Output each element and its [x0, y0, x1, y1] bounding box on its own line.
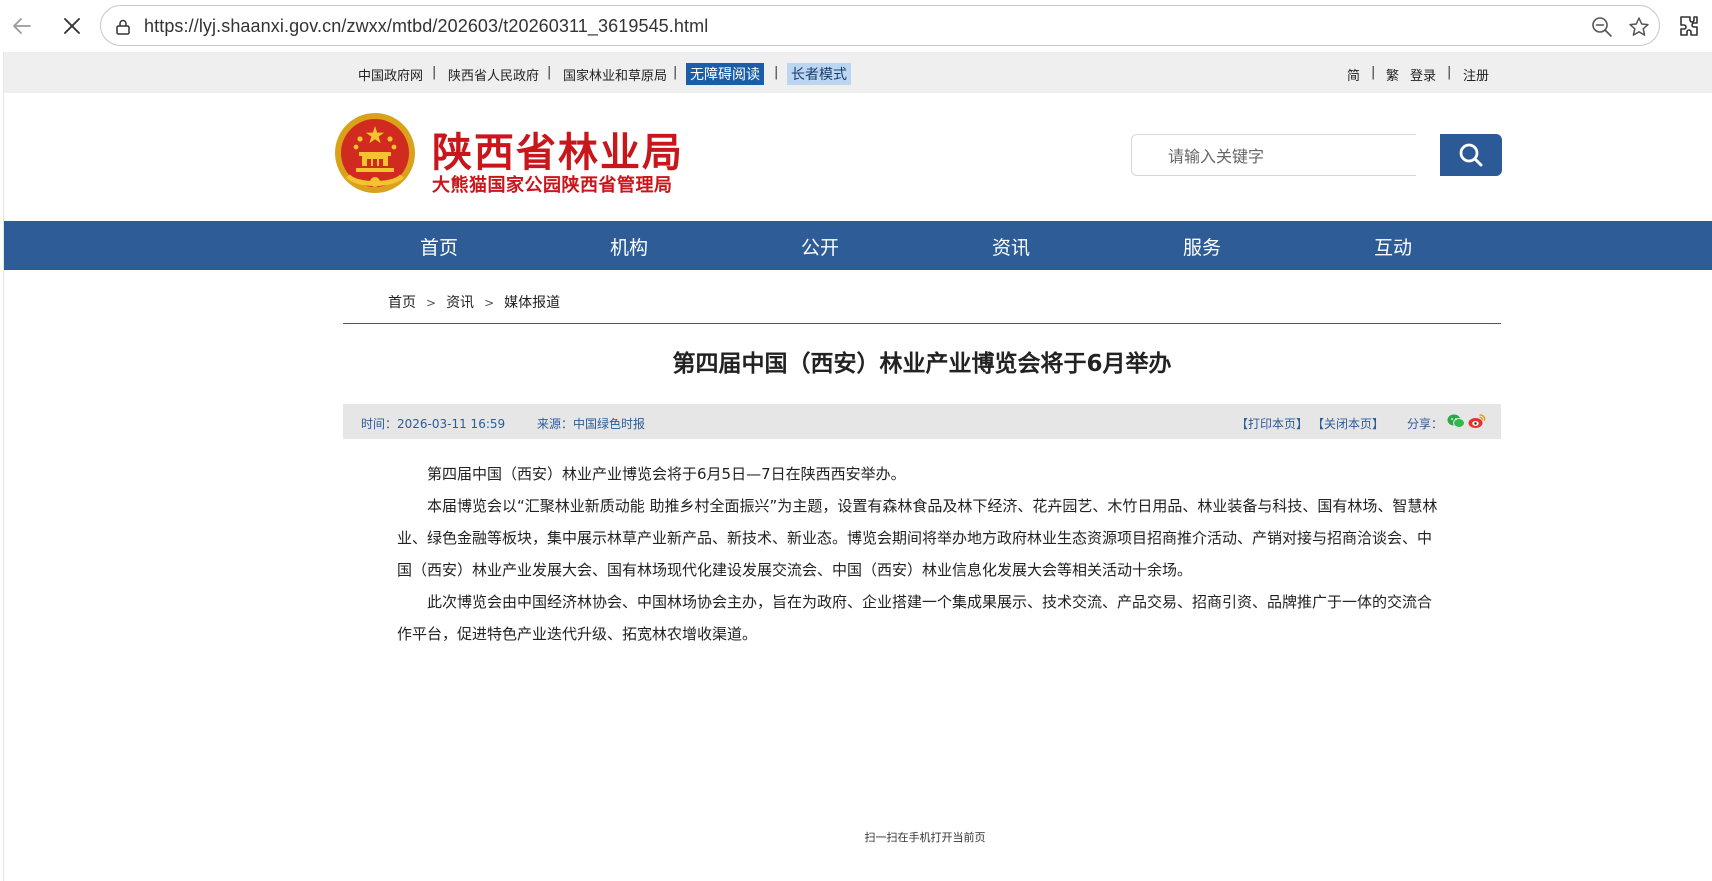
article-meta-bar: 时间：2026-03-11 16:59 来源：中国绿色时报 【打印本页】 【关闭…: [343, 404, 1501, 439]
web-page: 中国政府网 | 陕西省人民政府 | 国家林业和草原局 | 无障碍阅读 | 长者模…: [3, 52, 1712, 881]
article-paragraph: 本届博览会以“汇聚林业新质动能 助推乡村全面振兴”为主题，设置有森林食品及林下经…: [397, 497, 1438, 579]
article-source: 来源：中国绿色时报: [537, 417, 646, 431]
article-paragraph: 第四届中国（西安）林业产业博览会将于6月5日—7日在陕西西安举办。: [427, 465, 906, 483]
traditional-chinese-link[interactable]: 繁: [1386, 65, 1399, 84]
browser-toolbar: https://lyj.shaanxi.gov.cn/zwxx/mtbd/202…: [0, 0, 1712, 52]
address-bar[interactable]: https://lyj.shaanxi.gov.cn/zwxx/mtbd/202…: [100, 5, 1660, 46]
nav-item-news[interactable]: 资讯: [992, 233, 1030, 260]
nav-item-organization[interactable]: 机构: [610, 233, 648, 260]
back-button[interactable]: [6, 10, 38, 42]
zoom-icon[interactable]: [1591, 16, 1613, 38]
site-subtitle: 大熊猫国家公园陕西省管理局: [432, 175, 673, 196]
simplified-chinese-link[interactable]: 简: [1347, 65, 1360, 84]
breadcrumb-home[interactable]: 首页: [388, 295, 416, 311]
breadcrumb: 首页 > 资讯 > 媒体报道: [388, 295, 561, 311]
qr-caption: 扫一扫在手机打开当前页: [864, 831, 986, 844]
national-emblem-icon[interactable]: [334, 112, 416, 194]
favorite-star-icon[interactable]: [1628, 16, 1650, 38]
nav-item-interaction[interactable]: 互动: [1374, 233, 1412, 260]
breadcrumb-news[interactable]: 资讯: [446, 295, 474, 311]
article-body: 第四届中国（西安）林业产业博览会将于6月5日—7日在陕西西安举办。 本届博览会以…: [397, 458, 1443, 650]
publish-time: 时间：2026-03-11 16:59: [361, 417, 506, 431]
link-shaanxi-gov[interactable]: 陕西省人民政府: [448, 65, 539, 84]
top-utility-bar: 中国政府网 | 陕西省人民政府 | 国家林业和草原局 | 无障碍阅读 | 长者模…: [4, 52, 1712, 93]
breadcrumb-media-reports[interactable]: 媒体报道: [504, 295, 560, 311]
stop-loading-icon: [64, 18, 80, 34]
main-nav: 首页 机构 公开 资讯 服务 互动: [4, 221, 1712, 270]
login-link[interactable]: 登录: [1410, 65, 1436, 84]
close-page-link[interactable]: 【关闭本页】: [1312, 415, 1384, 432]
article-title: 第四届中国（西安）林业产业博览会将于6月举办: [672, 351, 1172, 377]
extensions-button[interactable]: [1674, 10, 1706, 42]
extensions-icon: [1680, 16, 1698, 36]
link-gov-cn[interactable]: 中国政府网: [358, 65, 423, 84]
site-title[interactable]: 陕西省林业局: [432, 120, 684, 178]
article-paragraph: 此次博览会由中国经济林协会、中国林场协会主办，旨在为政府、企业搭建一个集成果展示…: [397, 593, 1433, 643]
nav-item-public[interactable]: 公开: [801, 233, 839, 260]
accessible-reading-button[interactable]: 无障碍阅读: [686, 63, 764, 85]
stop-loading-button[interactable]: [56, 10, 88, 42]
elder-mode-button[interactable]: 长者模式: [787, 63, 851, 85]
wechat-icon[interactable]: [1447, 413, 1465, 432]
search-box: [1131, 134, 1416, 176]
search-icon: [1459, 143, 1483, 167]
print-page-link[interactable]: 【打印本页】: [1236, 415, 1308, 432]
weibo-icon[interactable]: [1468, 413, 1486, 432]
search-input[interactable]: [1166, 146, 1410, 167]
search-button[interactable]: [1440, 134, 1502, 176]
share-label: 分享：: [1407, 417, 1444, 431]
nav-item-home[interactable]: 首页: [420, 233, 458, 260]
breadcrumb-divider: [343, 323, 1501, 324]
nav-item-services[interactable]: 服务: [1183, 233, 1221, 260]
site-info-icon[interactable]: [112, 16, 134, 38]
register-link[interactable]: 注册: [1463, 65, 1489, 84]
back-arrow-icon: [13, 18, 31, 34]
link-forestry-admin[interactable]: 国家林业和草原局: [563, 65, 667, 84]
url-text: https://lyj.shaanxi.gov.cn/zwxx/mtbd/202…: [144, 16, 709, 36]
